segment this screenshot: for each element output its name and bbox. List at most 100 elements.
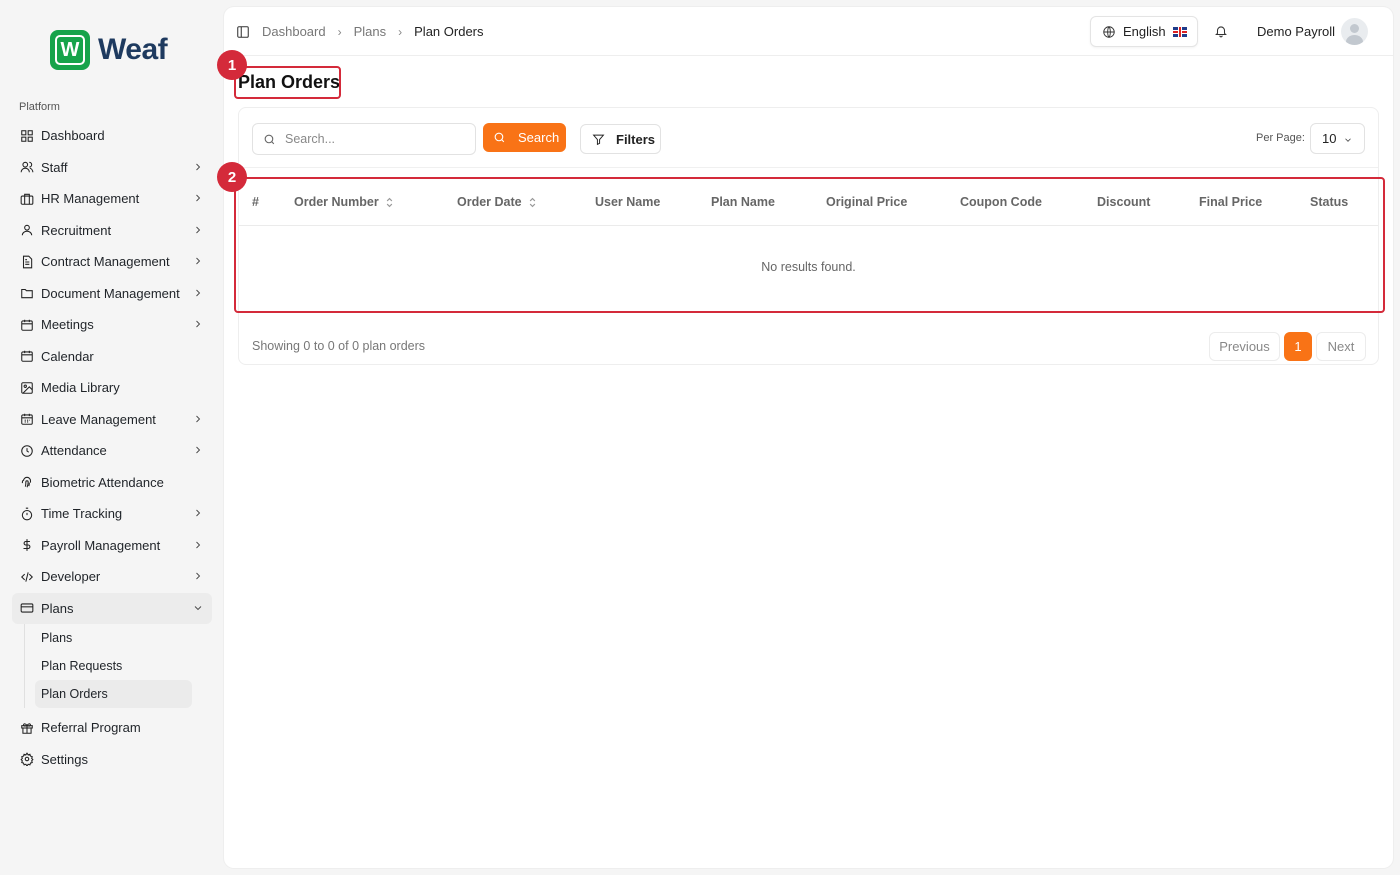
sidebar-item-label: Attendance [41, 443, 107, 459]
search-button-label: Search [518, 130, 560, 145]
sidebar-item-label: Settings [41, 751, 88, 767]
chevron-down-icon [192, 602, 204, 614]
search-button[interactable]: Search [483, 123, 566, 152]
showing-count-text: Showing 0 to 0 of 0 plan orders [252, 339, 426, 353]
filters-button-label: Filters [616, 131, 656, 147]
search-field[interactable] [252, 123, 476, 155]
sidebar-section-label: Platform [19, 101, 60, 113]
filters-button[interactable]: Filters [580, 124, 661, 154]
bell-icon[interactable] [1214, 24, 1228, 38]
sidebar-item-document-management[interactable]: Document Management [12, 278, 212, 310]
user-name[interactable]: Demo Payroll [1257, 24, 1335, 39]
chevron-right-icon [192, 192, 204, 204]
chevron-right-icon [192, 507, 204, 519]
breadcrumb-current: Plan Orders [414, 24, 484, 39]
search-icon [494, 132, 505, 143]
stopwatch-icon [20, 507, 34, 521]
sidebar-item-staff[interactable]: Staff [12, 152, 212, 184]
sidebar-item-biometric-attendance[interactable]: Biometric Attendance [12, 467, 212, 499]
sidebar-toggle-icon[interactable] [236, 25, 250, 39]
page-number-button[interactable]: 1 [1284, 332, 1312, 361]
code-icon [20, 570, 34, 584]
submenu-item-plans[interactable]: Plans [35, 624, 192, 652]
sidebar-item-calendar[interactable]: Calendar [12, 341, 212, 373]
sidebar-item-label: Time Tracking [41, 506, 123, 522]
sidebar-item-label: Calendar [41, 348, 94, 364]
sidebar-item-label: Staff [41, 159, 68, 175]
sidebar-item-label: Referral Program [41, 720, 141, 736]
sidebar-item-label: Plans [41, 600, 74, 616]
sidebar-item-label: HR Management [41, 191, 140, 207]
sidebar-item-referral-program[interactable]: Referral Program [12, 712, 212, 744]
sidebar-item-label: Dashboard [41, 128, 105, 144]
sidebar-item-label: Recruitment [41, 222, 112, 238]
sidebar-item-label: Leave Management [41, 411, 156, 427]
sidebar-item-payroll-management[interactable]: Payroll Management [12, 530, 212, 562]
avatar[interactable] [1341, 18, 1368, 45]
sidebar: W Weaf Platform Dashboard Staff HR Manag… [0, 0, 222, 875]
sidebar-item-settings[interactable]: Settings [12, 744, 212, 776]
chevron-right-icon [192, 539, 204, 551]
sidebar-item-contract-management[interactable]: Contract Management [12, 246, 212, 278]
credit-card-icon [20, 601, 34, 615]
sidebar-item-meetings[interactable]: Meetings [12, 309, 212, 341]
user-icon [20, 223, 34, 237]
per-page-select[interactable]: 10 [1310, 123, 1365, 154]
filter-icon [592, 134, 605, 145]
language-selector[interactable]: English [1090, 16, 1198, 47]
calendar-grid-icon [20, 412, 34, 426]
table-toolbar: Search Filters Per Page: 10 [239, 108, 1378, 168]
globe-icon [1103, 25, 1115, 38]
brand-logo[interactable]: W Weaf [50, 30, 168, 70]
chevron-right-icon: › [398, 24, 403, 39]
chevron-right-icon [192, 287, 204, 299]
sidebar-nav: Dashboard Staff HR Management Recruitmen… [12, 120, 212, 775]
sidebar-item-recruitment[interactable]: Recruitment [12, 215, 212, 247]
sidebar-item-label: Document Management [41, 285, 180, 301]
document-icon [20, 255, 34, 269]
grid-icon [20, 129, 34, 143]
annotation-badge-2: 2 [217, 162, 247, 192]
next-page-button[interactable]: Next [1316, 332, 1366, 361]
gear-icon [20, 752, 34, 767]
sidebar-item-dashboard[interactable]: Dashboard [12, 120, 212, 152]
sidebar-item-label: Contract Management [41, 254, 170, 270]
chevron-right-icon [192, 570, 204, 582]
sidebar-item-label: Payroll Management [41, 537, 161, 553]
image-icon [20, 381, 34, 395]
chevron-right-icon [192, 444, 204, 456]
sidebar-item-label: Biometric Attendance [41, 474, 164, 490]
sidebar-item-attendance[interactable]: Attendance [12, 435, 212, 467]
sidebar-item-time-tracking[interactable]: Time Tracking [12, 498, 212, 530]
breadcrumb-plans[interactable]: Plans [354, 24, 387, 39]
sidebar-item-plans[interactable]: Plans [12, 592, 212, 624]
per-page-value: 10 [1322, 131, 1337, 146]
briefcase-icon [20, 192, 34, 206]
chevron-right-icon: › [337, 24, 342, 39]
sidebar-item-leave-management[interactable]: Leave Management [12, 404, 212, 436]
sidebar-item-media-library[interactable]: Media Library [12, 372, 212, 404]
top-bar: Dashboard › Plans › Plan Orders English … [224, 7, 1393, 56]
plans-submenu: Plans Plan Requests Plan Orders [24, 624, 192, 708]
sidebar-item-label: Developer [41, 569, 101, 585]
clock-icon [20, 444, 34, 458]
fingerprint-icon [20, 475, 34, 489]
chevron-right-icon [192, 318, 204, 330]
per-page-label: Per Page: [1256, 132, 1305, 144]
breadcrumb-dashboard[interactable]: Dashboard [262, 24, 326, 39]
calendar-icon [20, 318, 34, 332]
sidebar-item-developer[interactable]: Developer [12, 561, 212, 593]
search-input[interactable] [285, 132, 465, 146]
sidebar-item-hr-management[interactable]: HR Management [12, 183, 212, 215]
folder-icon [20, 286, 34, 300]
submenu-item-plan-orders[interactable]: Plan Orders [35, 680, 192, 708]
previous-page-button[interactable]: Previous [1209, 332, 1280, 361]
pagination: Previous 1 Next [1209, 332, 1366, 361]
uk-flag-icon [1172, 26, 1187, 37]
calendar-icon [20, 349, 34, 363]
logo-mark-icon: W [50, 30, 90, 70]
sidebar-item-label: Meetings [41, 317, 94, 333]
annotation-highlight-title [234, 66, 341, 99]
language-label: English [1123, 24, 1166, 39]
submenu-item-plan-requests[interactable]: Plan Requests [35, 652, 192, 680]
